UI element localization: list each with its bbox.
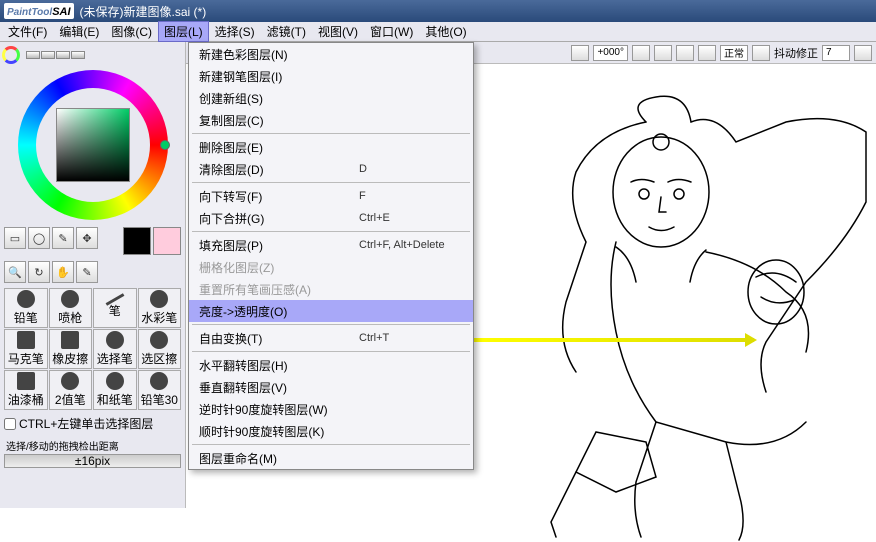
menu-item[interactable]: 向下转写(F)F xyxy=(189,185,473,207)
tool-rotate[interactable]: ↻ xyxy=(28,261,50,283)
menu-other[interactable]: 其他(O) xyxy=(419,21,472,42)
stabilizer-dropdown-icon[interactable] xyxy=(854,45,872,61)
brush-11[interactable]: 铅笔30 xyxy=(138,370,182,410)
document-title: (未保存)新建图像.sai (*) xyxy=(80,3,207,20)
sv-picker[interactable] xyxy=(56,108,130,182)
flip-h-button[interactable] xyxy=(676,45,694,61)
drag-detect-slider[interactable]: ±16pix xyxy=(4,454,181,468)
menu-item[interactable]: 填充图层(P)Ctrl+F, Alt+Delete xyxy=(189,234,473,256)
menu-select[interactable]: 选择(S) xyxy=(209,21,261,42)
menu-item[interactable]: 新建钢笔图层(I) xyxy=(189,65,473,87)
menu-item: 栅格化图层(Z) xyxy=(189,256,473,278)
menu-view[interactable]: 视图(V) xyxy=(312,21,364,42)
menubar: 文件(F) 编辑(E) 图像(C) 图层(L) 选择(S) 滤镜(T) 视图(V… xyxy=(0,22,876,42)
stabilizer-field[interactable]: 7 xyxy=(822,45,850,61)
annotation-arrow xyxy=(474,338,754,342)
menu-item[interactable]: 逆时针90度旋转图层(W) xyxy=(189,398,473,420)
blend-dropdown-icon[interactable] xyxy=(752,45,770,61)
menu-file[interactable]: 文件(F) xyxy=(2,21,53,42)
brush-6[interactable]: 选择笔 xyxy=(93,329,137,369)
tool-eyedrop[interactable]: ✎ xyxy=(76,261,98,283)
menu-filter[interactable]: 滤镜(T) xyxy=(261,21,312,42)
brush-10[interactable]: 和纸笔 xyxy=(93,370,137,410)
menu-item[interactable]: 删除图层(E) xyxy=(189,136,473,158)
menu-item: 重置所有笔画压感(A) xyxy=(189,278,473,300)
swatch-fg[interactable] xyxy=(123,227,151,255)
tool-marquee[interactable]: ▭ xyxy=(4,227,26,249)
layer-dropdown: 新建色彩图层(N)新建钢笔图层(I)创建新组(S)复制图层(C) 删除图层(E)清… xyxy=(188,42,474,470)
color-wheel[interactable] xyxy=(18,70,168,220)
stabilizer-label: 抖动修正 xyxy=(774,45,818,61)
menu-edit[interactable]: 编辑(E) xyxy=(53,21,105,42)
menu-item[interactable]: 复制图层(C) xyxy=(189,109,473,131)
rot-inc-button[interactable] xyxy=(654,45,672,61)
menu-window[interactable]: 窗口(W) xyxy=(364,21,419,42)
rot-dec-button[interactable] xyxy=(632,45,650,61)
blend-mode-field[interactable]: 正常 xyxy=(720,45,748,61)
brush-5[interactable]: 橡皮擦 xyxy=(49,329,93,369)
brush-1[interactable]: 喷枪 xyxy=(49,288,93,328)
brush-2[interactable]: 笔 xyxy=(93,288,137,328)
tool-lasso[interactable]: ◯ xyxy=(28,227,50,249)
menu-item[interactable]: 新建色彩图层(N) xyxy=(189,43,473,65)
titlebar: PaintToolSAI (未保存)新建图像.sai (*) xyxy=(0,0,876,22)
menu-image[interactable]: 图像(C) xyxy=(105,21,158,42)
color-mode-icon[interactable] xyxy=(2,46,20,64)
menu-item[interactable]: 自由变换(T)Ctrl+T xyxy=(189,327,473,349)
zoom-fit-button[interactable] xyxy=(571,45,589,61)
menu-item[interactable]: 图层重命名(M) xyxy=(189,447,473,469)
brush-3[interactable]: 水彩笔 xyxy=(138,288,182,328)
swatch-bg[interactable] xyxy=(153,227,181,255)
tool-wand[interactable]: ✎ xyxy=(52,227,74,249)
tool-move[interactable]: ✥ xyxy=(76,227,98,249)
left-panel: ▭ ◯ ✎ ✥ 🔍 ↻ ✋ ✎ 铅笔喷枪笔水彩笔马克笔橡皮擦选择笔选区擦油漆桶2… xyxy=(0,42,186,508)
hue-handle[interactable] xyxy=(160,140,170,150)
canvas-lineart xyxy=(456,82,876,542)
ctrl-click-label: CTRL+左键单击选择图层 xyxy=(19,415,153,432)
app-logo: PaintToolSAI xyxy=(4,3,74,19)
palette-toggles[interactable] xyxy=(26,51,85,59)
drag-detect-label: 选择/移动的拖拽检出距离 xyxy=(4,437,181,454)
brush-0[interactable]: 铅笔 xyxy=(4,288,48,328)
menu-item[interactable]: 水平翻转图层(H) xyxy=(189,354,473,376)
brush-4[interactable]: 马克笔 xyxy=(4,329,48,369)
menu-item[interactable]: 创建新组(S) xyxy=(189,87,473,109)
brush-grid: 铅笔喷枪笔水彩笔马克笔橡皮擦选择笔选区擦油漆桶2值笔和纸笔铅笔30 xyxy=(2,286,183,412)
brush-9[interactable]: 2值笔 xyxy=(49,370,93,410)
rotation-field[interactable]: +000° xyxy=(593,45,628,61)
menu-item[interactable]: 清除图层(D)D xyxy=(189,158,473,180)
menu-item[interactable]: 向下合拼(G)Ctrl+E xyxy=(189,207,473,229)
menu-item[interactable]: 垂直翻转图层(V) xyxy=(189,376,473,398)
menu-item[interactable]: 顺时针90度旋转图层(K) xyxy=(189,420,473,442)
menu-layer[interactable]: 图层(L) xyxy=(158,21,209,42)
tool-hand[interactable]: ✋ xyxy=(52,261,74,283)
brush-7[interactable]: 选区擦 xyxy=(138,329,182,369)
tool-zoom[interactable]: 🔍 xyxy=(4,261,26,283)
menu-item[interactable]: 亮度->透明度(O) xyxy=(189,300,473,322)
brush-8[interactable]: 油漆桶 xyxy=(4,370,48,410)
flip-v-button[interactable] xyxy=(698,45,716,61)
ctrl-click-select-checkbox[interactable] xyxy=(4,418,16,430)
